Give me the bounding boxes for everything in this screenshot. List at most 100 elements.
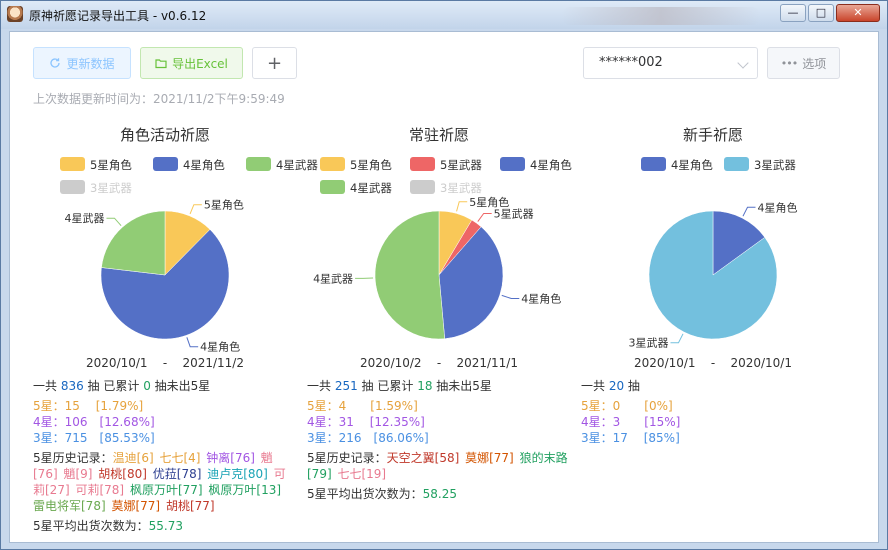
legend-item[interactable]: 4星角色 — [153, 157, 225, 173]
pie-leader-line — [189, 204, 202, 215]
five-star-history: 5星历史记录：天空之翼[58] 莫娜[77] 狼的末路[79] 七七[19] — [307, 450, 569, 482]
history-entry: 天空之翼[58] — [386, 451, 460, 465]
pull-stats: 一共 20 抽 5星：0 [0%] 4星：3 [15%] 3星：17 [85%] — [581, 378, 843, 446]
background-window-blur — [561, 7, 761, 25]
total-mid: 抽 — [624, 379, 640, 393]
five-star-history: 5星历史记录：温迪[6] 七七[4] 钟离[76] 魈[76] 魈[9] 胡桃[… — [33, 450, 295, 514]
date-range-start: 2020/10/2 — [360, 356, 422, 370]
pie-leader-line — [477, 213, 492, 222]
legend-swatch — [641, 157, 666, 171]
four-star-stat: 4星：31 [12.35%] — [307, 415, 425, 429]
date-range: 2020/10/2 - 2021/11/1 — [302, 356, 576, 370]
export-excel-button[interactable]: 导出Excel — [140, 47, 243, 79]
legend-item[interactable]: 4星角色 — [500, 157, 572, 173]
options-button[interactable]: ••• 选项 — [767, 47, 840, 79]
legend-label: 4星角色 — [183, 158, 225, 172]
total-pulls-line: 一共 836 抽 已累计 0 抽未出5星 — [33, 378, 295, 394]
title-bar[interactable]: 原神祈愿记录导出工具 - v0.6.12 — □ ✕ — [1, 1, 887, 29]
pie-chart: 5星角色 4星角色 4星武器 — [28, 198, 302, 354]
main-content: 更新数据 导出Excel + ******002 ••• 选项 上次数据更新时间… — [9, 31, 879, 543]
uid-select[interactable]: ******002 — [583, 47, 758, 79]
date-range-separator: - — [162, 356, 168, 370]
total-suffix: 抽未出5星 — [432, 379, 492, 393]
legend-label: 4星角色 — [530, 158, 572, 172]
pity-count: 0 — [143, 379, 151, 393]
close-button[interactable]: ✕ — [836, 4, 880, 22]
four-star-stat: 4星：106 [12.68%] — [33, 415, 155, 429]
legend-item[interactable]: 3星武器 — [410, 180, 482, 196]
pie-leader-line — [456, 201, 468, 212]
pity-count: 18 — [417, 379, 433, 393]
pull-stats: 一共 251 抽 已累计 18 抽未出5星 5星：4 [1.59%] 4星：31… — [307, 378, 569, 502]
legend-swatch — [60, 180, 85, 194]
pie-leader-line — [742, 206, 756, 217]
panel-character-event: 角色活动祈愿 5星角色 4星角色 4星武器 3星武器 5星角色 4星角色 4星武器 202… — [28, 120, 318, 533]
total-prefix: 一共 — [581, 379, 609, 393]
legend-item[interactable]: 4星武器 — [320, 180, 392, 196]
legend-item[interactable]: 4星角色 — [641, 157, 713, 173]
window-title: 原神祈愿记录导出工具 - v0.6.12 — [29, 9, 207, 23]
last-update-text: 上次数据更新时间为：2021/11/2下午9:59:49 — [33, 92, 285, 106]
pie-leader-line — [106, 217, 122, 227]
pie-label: 5星武器 — [494, 208, 534, 221]
pie-svg: 4星角色 3星武器 — [628, 200, 798, 349]
legend-item[interactable]: 3星武器 — [60, 180, 132, 196]
refresh-data-label: 更新数据 — [66, 56, 115, 71]
average-label: 5星平均出货次数为： — [33, 519, 149, 533]
minimize-button[interactable]: — — [780, 4, 806, 22]
legend-label: 3星武器 — [90, 181, 132, 195]
date-range: 2020/10/1 - 2020/10/1 — [576, 356, 850, 370]
five-star-stat: 5星：15 [1.79%] — [33, 399, 144, 413]
history-entry: 胡桃[80] — [98, 467, 147, 481]
pie-svg: 5星角色5星武器4星角色4星武器 — [313, 195, 561, 340]
total-mid: 抽 已累计 — [357, 379, 418, 393]
history-entry: 莫娜[77] — [111, 499, 161, 513]
pie-label: 4星武器 — [313, 272, 353, 285]
pie-chart: 5星角色 5星武器 4星角色 4星武器 — [302, 195, 576, 350]
legend-item[interactable]: 5星武器 — [410, 157, 482, 173]
date-range-end: 2021/11/1 — [456, 356, 518, 370]
average-label: 5星平均出货次数为： — [307, 487, 423, 501]
date-range: 2020/10/1 - 2021/11/2 — [28, 356, 302, 370]
total-count: 251 — [334, 379, 358, 393]
pie-label: 4星角色 — [758, 200, 798, 214]
legend-label: 3星武器 — [754, 158, 796, 172]
average-line: 5星平均出货次数为：55.73 — [33, 518, 295, 534]
ellipsis-icon: ••• — [780, 56, 798, 70]
legend-item[interactable]: 5星角色 — [60, 157, 132, 173]
history-entry: 七七[19] — [337, 467, 387, 481]
history-entry: 可莉[78] — [75, 483, 125, 497]
panel-beginner: 新手祈愿 4星角色 3星武器 4星角色 3星武器 2020/10/1 - 2020/… — [576, 120, 850, 530]
history-entry: 魈[9] — [63, 467, 93, 481]
panel-title: 角色活动祈愿 — [119, 126, 210, 144]
pie-chart: 4星角色 3星武器 — [576, 200, 850, 350]
total-suffix: 抽未出5星 — [150, 379, 211, 393]
average-value: 55.73 — [148, 519, 183, 533]
total-mid: 抽 已累计 — [83, 379, 144, 393]
history-label: 5星历史记录： — [307, 451, 387, 465]
maximize-button[interactable]: □ — [808, 4, 834, 22]
pie-label: 4星武器 — [64, 212, 104, 225]
legend-swatch — [724, 157, 749, 171]
pie-slice[interactable] — [101, 210, 166, 276]
refresh-data-button[interactable]: 更新数据 — [33, 47, 131, 79]
add-button[interactable]: + — [252, 47, 297, 79]
legend-item[interactable]: 3星武器 — [724, 157, 796, 173]
history-label: 5星历史记录： — [33, 451, 113, 465]
folder-icon — [155, 58, 167, 68]
pie-label: 4星角色 — [521, 291, 561, 305]
date-range-end: 2020/10/1 — [730, 356, 792, 370]
legend-swatch — [410, 157, 435, 171]
export-excel-label: 导出Excel — [172, 56, 228, 71]
total-pulls-line: 一共 20 抽 — [581, 378, 843, 394]
panel-standard: 常驻祈愿 5星角色 5星武器 4星角色 4星武器 3星武器 5星角色 5星武器 4星角色 4星… — [302, 120, 576, 530]
options-label: 选项 — [802, 56, 827, 71]
history-entry: 温迪[6] — [112, 451, 154, 465]
pie-slice[interactable] — [374, 210, 446, 340]
legend-item[interactable]: 5星角色 — [320, 157, 392, 173]
chevron-down-icon — [737, 57, 749, 69]
four-star-stat: 4星：3 [15%] — [581, 415, 681, 429]
five-star-stat: 5星：0 [0%] — [581, 399, 673, 413]
three-star-stat: 3星：216 [86.06%] — [307, 431, 429, 445]
panel-title: 常驻祈愿 — [408, 126, 469, 144]
